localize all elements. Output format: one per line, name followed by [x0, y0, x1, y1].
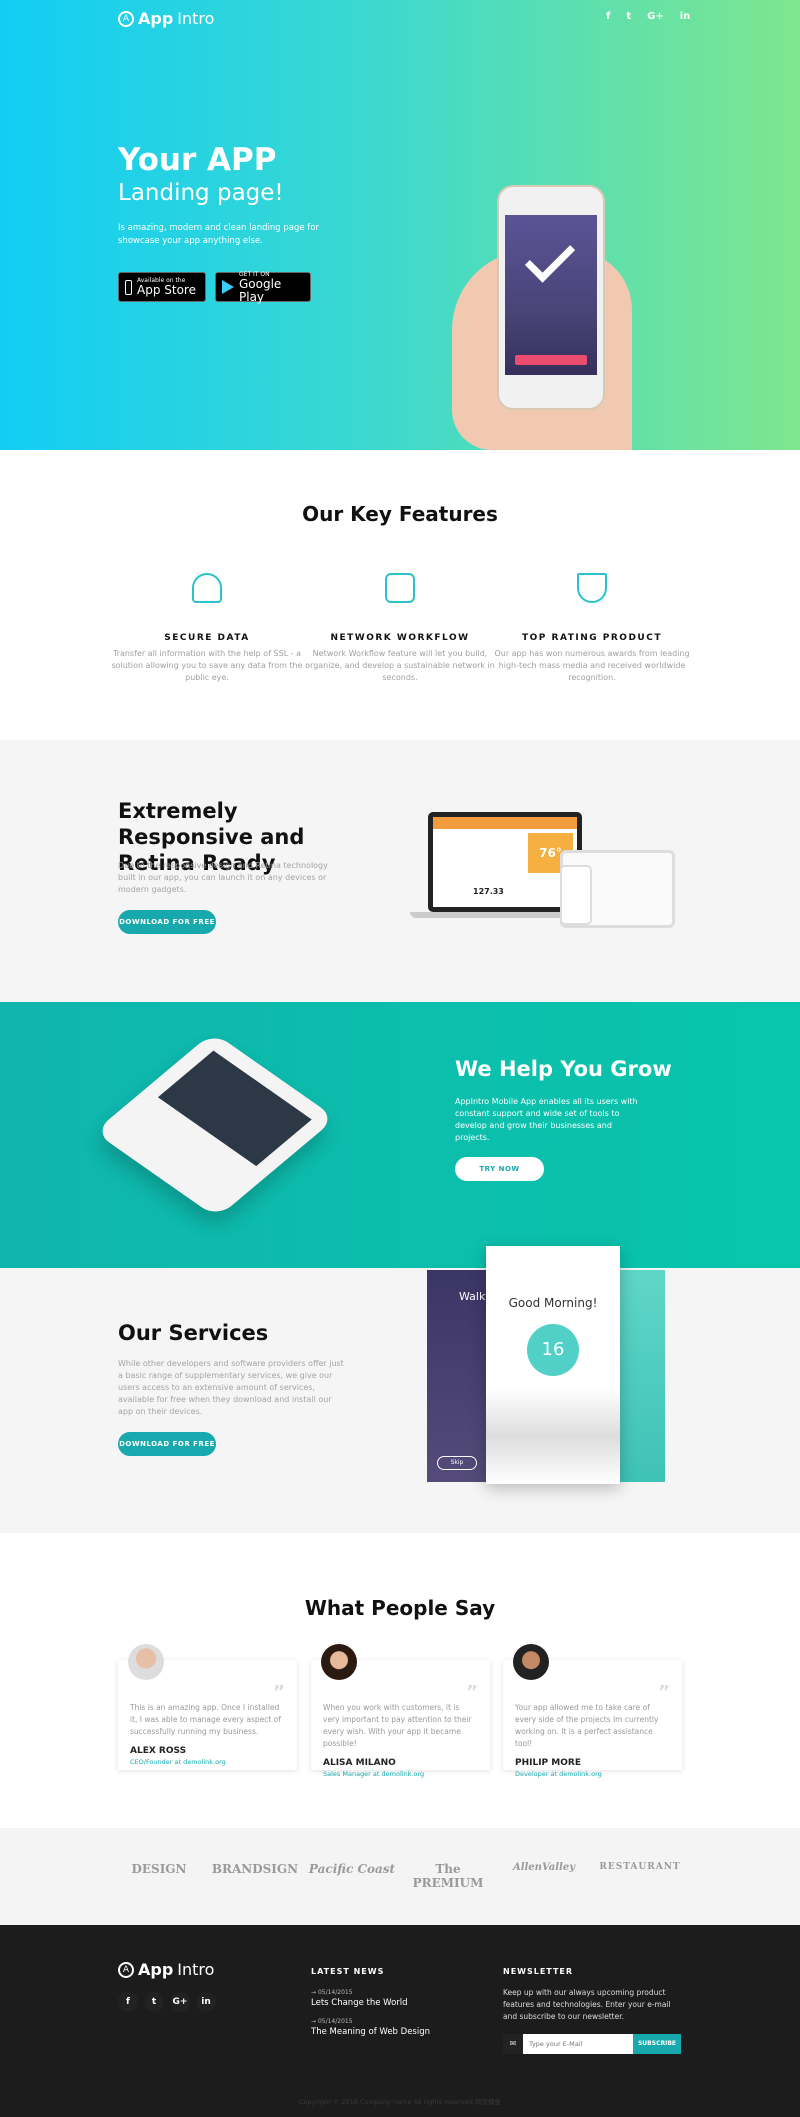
news-item[interactable]: → 05/14/2015 The Meaning of Web Design [311, 2018, 430, 2037]
linkedin-icon[interactable]: in [196, 1992, 216, 2012]
hero-subtitle: Landing page! [118, 180, 284, 206]
services-download-button[interactable]: DOWNLOAD FOR FREE [118, 1432, 216, 1456]
logo-icon: A [118, 1961, 134, 1978]
responsive-text: Due to the responsive design and Retina … [118, 861, 328, 894]
testimonial-name: ALEX ROSS [130, 1746, 187, 1756]
quote-icon: ” [658, 1682, 670, 1703]
grow-text: AppIntro Mobile App enables all its user… [455, 1097, 638, 1142]
feature-text: Transfer all information with the help o… [111, 649, 303, 682]
phone-small-image [560, 865, 592, 925]
hero-text: Is amazing, modern and clean landing pag… [118, 223, 319, 246]
testimonial-name: PHILIP MORE [515, 1758, 581, 1768]
partner-logo: AllenValley [512, 1862, 576, 1873]
medal-icon [577, 573, 607, 603]
feature-secure-data: SECURE DATA Transfer all information with… [107, 573, 307, 684]
laptop-image: 76° 127.33 [428, 812, 582, 912]
download-button[interactable]: DOWNLOAD FOR FREE [118, 910, 216, 934]
avatar [321, 1644, 357, 1680]
testimonial-role[interactable]: Sales Manager at demolink.org [323, 1770, 478, 1778]
linkedin-icon[interactable]: in [680, 11, 691, 22]
appstore-big: App Store [137, 283, 196, 297]
newsletter-title: NEWSLETTER [503, 1967, 574, 1976]
services-text: While other developers and software prov… [118, 1359, 344, 1416]
logo-bold: App [138, 9, 174, 28]
avatar [128, 1644, 164, 1680]
features-title: Our Key Features [302, 502, 498, 526]
laptop-value: 127.33 [473, 887, 504, 896]
checkmark-icon [524, 232, 576, 283]
news-date: 05/14/2015 [317, 2018, 353, 2025]
googleplay-big: Google Play [239, 276, 282, 304]
testimonial-card: ” When you work with customers, it is ver… [311, 1644, 490, 1778]
logo-icon: A [118, 10, 134, 27]
partner-logo: The PREMIUM [412, 1862, 484, 1890]
google-play-button[interactable]: GET IT ON Google Play [215, 271, 311, 304]
avatar [513, 1644, 549, 1680]
partner-logo: Pacific Coast [308, 1862, 396, 1876]
testimonial-card: ” This is an amazing app. Once I installe… [118, 1644, 297, 1770]
footer-social: f t G+ in [118, 1992, 216, 2012]
app-store-button[interactable]: Available on the App Store [118, 272, 206, 302]
partner-logo: RESTAURANT [599, 1862, 681, 1872]
testimonial-text: This is an amazing app. Once I installed… [130, 1703, 281, 1736]
testimonial-role[interactable]: CEO/Founder at demolink.org [130, 1758, 285, 1766]
logo[interactable]: A App Intro [118, 9, 214, 28]
play-icon [222, 280, 234, 294]
footer-logo[interactable]: A App Intro [118, 1960, 214, 1979]
testimonial-role[interactable]: Developer at demolink.org [515, 1770, 670, 1778]
logo-bold: App [138, 1960, 174, 1979]
google-plus-icon[interactable]: G+ [170, 1992, 190, 2012]
feature-title: NETWORK WORKFLOW [330, 633, 470, 643]
news-date: 05/14/2015 [317, 1989, 353, 1996]
news-link[interactable]: The Meaning of Web Design [311, 2027, 430, 2037]
feature-title: SECURE DATA [164, 633, 250, 643]
subscribe-button[interactable]: SUBSCRIBE [633, 2034, 681, 2054]
partner-logo: DESIGN [131, 1862, 187, 1876]
header-social: f t G+ in [606, 11, 690, 22]
hero-title: Your APP [118, 142, 277, 178]
services-title: Our Services [118, 1321, 269, 1345]
cloud-lock-icon [192, 573, 222, 603]
google-plus-icon[interactable]: G+ [647, 11, 664, 22]
testimonial-text: When you work with customers, it is very… [323, 1703, 472, 1748]
newsletter-text: Keep up with our always upcoming product… [503, 1988, 671, 2021]
feature-text: Our app has won numerous awards from lea… [494, 649, 690, 682]
twitter-icon[interactable]: t [626, 11, 631, 22]
facebook-icon[interactable]: f [118, 1992, 138, 2012]
twitter-icon[interactable]: t [144, 1992, 164, 2012]
partner-logo: BRANDSIGN [211, 1862, 299, 1876]
mail-icon: ✉ [503, 2034, 523, 2054]
news-item[interactable]: → 05/14/2015 Lets Change the World [311, 1989, 408, 2008]
testimonial-name: ALISA MILANO [323, 1758, 396, 1768]
mock-temp: 16 [527, 1324, 579, 1376]
quote-icon: ” [466, 1682, 478, 1703]
logo-light: Intro [177, 9, 215, 28]
feature-title: TOP RATING PRODUCT [522, 633, 662, 643]
facebook-icon[interactable]: f [606, 11, 610, 22]
apple-phone-icon [125, 279, 132, 295]
news-title: LATEST NEWS [311, 1967, 385, 1976]
network-folder-icon [385, 573, 415, 603]
grow-title: We Help You Grow [455, 1057, 672, 1081]
hero-phone-image [497, 185, 605, 410]
news-link[interactable]: Lets Change the World [311, 1998, 408, 2008]
mock-main-screen: Good Morning! 16 [486, 1246, 620, 1484]
mock-skip-button: Skip [437, 1456, 477, 1470]
feature-network-workflow: NETWORK WORKFLOW Network Workflow feature… [300, 573, 500, 684]
copyright: Copyright © 2018 Company name All rights… [299, 2098, 501, 2106]
quote-icon: ” [273, 1682, 285, 1703]
try-now-button[interactable]: TRY NOW [455, 1157, 544, 1181]
testimonial-card: ” Your app allowed me to take care of eve… [503, 1644, 682, 1778]
mock-greeting: Good Morning! [508, 1296, 598, 1310]
feature-top-rating: TOP RATING PRODUCT Our app has won numero… [492, 573, 692, 684]
email-input[interactable] [523, 2034, 633, 2054]
logo-light: Intro [177, 1960, 215, 1979]
feature-text: Network Workflow feature will let you bu… [305, 649, 495, 682]
testimonials-title: What People Say [304, 1596, 496, 1620]
testimonial-text: Your app allowed me to take care of ever… [515, 1703, 659, 1748]
